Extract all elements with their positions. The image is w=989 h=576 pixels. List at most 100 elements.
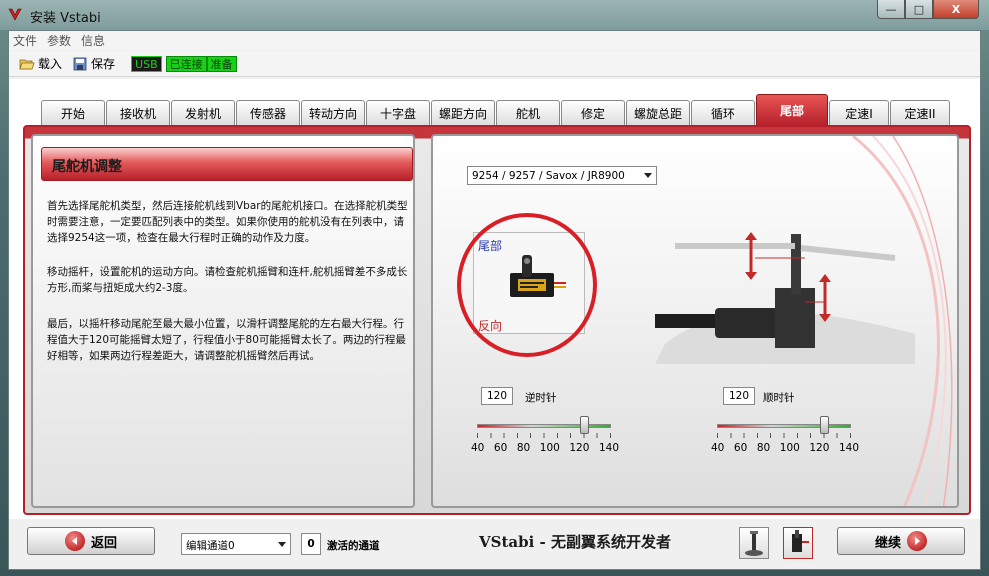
load-button[interactable]: 载入 [19,55,62,72]
tab-label: 传感器 [249,107,286,121]
tick-label: 60 [733,442,748,454]
menu-file[interactable]: 文件 [13,32,37,49]
maximize-button[interactable]: □ [905,0,933,19]
continue-button[interactable]: 继续 [837,527,965,555]
tab-governor-2[interactable]: 定速II [890,100,950,126]
cw-travel-input[interactable]: 120 [723,387,755,405]
menu-bar: 文件 参数 信息 [9,31,980,50]
tick-label: 140 [838,442,859,454]
active-channel-value: 0 [307,538,315,550]
minimize-button[interactable]: — [877,0,905,19]
tab-label: 螺旋总距 [633,107,682,121]
arrow-left-icon [64,531,85,551]
menu-info[interactable]: 信息 [81,32,105,49]
tab-trim[interactable]: 修定 [561,100,625,126]
tab-pitch-direction[interactable]: 螺距方向 [431,100,495,126]
app-frame: 文件 参数 信息 载入 保存 USB 已连接 准备 开始 接收机 发射机 传感器… [8,30,981,570]
tab-collective-pitch[interactable]: 螺旋总距 [626,100,690,126]
tab-label: 尾部 [779,104,804,118]
usb-status-badge: USB [131,55,162,72]
back-button[interactable]: 返回 [27,527,155,555]
vstabi-logo-icon [8,8,22,21]
cw-travel-value: 120 [728,390,750,402]
tick-label: 120 [569,442,590,454]
ready-status-badge: 准备 [206,55,237,72]
rotor-head-icon [745,531,763,556]
tab-receiver[interactable]: 接收机 [106,100,170,126]
tab-governor-1[interactable]: 定速I [829,100,889,126]
tab-label: 开始 [60,107,85,121]
tab-transmitter[interactable]: 发射机 [171,100,235,126]
tail-servo-icon [792,530,809,552]
edit-channel-select[interactable]: 编辑通道0 [181,533,291,555]
tick-label: 80 [516,442,531,454]
tab-start[interactable]: 开始 [41,100,105,126]
instruction-paragraph-1: 首先选择尾舵机类型，然后连接舵机线到Vbar的尾舵机接口。在选择舵机类型时需要注… [47,200,408,244]
chevron-down-icon [644,173,652,178]
tab-servo[interactable]: 舵机 [496,100,560,126]
ccw-travel-input[interactable]: 120 [481,387,513,405]
instruction-paragraph-3: 最后，以摇杆移动尾舵至最大最小位置，以滑杆调整尾舵的左右最大行程。行程值大于12… [47,318,406,362]
save-icon [73,57,87,70]
close-icon: X [951,2,961,16]
chevron-down-icon [278,542,286,547]
tab-label: 定速I [845,107,873,121]
save-label: 保存 [91,57,116,71]
edit-channel-value: 编辑通道0 [186,540,235,552]
bottom-bar: 返回 编辑通道0 0 激活的通道 VStabi - 无副翼系统开发者 继续 [9,519,980,569]
instructions-panel: 尾舵机调整 首先选择尾舵机类型，然后连接舵机线到Vbar的尾舵机接口。在选择舵机… [31,134,415,508]
toolbar: 载入 保存 USB 已连接 准备 [9,51,980,77]
tab-swashplate[interactable]: 十字盘 [366,100,430,126]
servo-view-button[interactable] [783,527,813,559]
ccw-tick-labels: 40 60 80 100 120 140 [471,442,619,454]
ccw-label: 逆时针 [525,392,557,404]
back-label: 返回 [90,535,117,551]
tick-label: 60 [493,442,508,454]
highlight-circle [457,213,597,357]
folder-open-icon [19,59,35,69]
tab-cyclic[interactable]: 循环 [691,100,755,126]
cw-tick-labels: 40 60 80 100 120 140 [711,442,859,454]
servo-type-select[interactable]: 9254 / 9257 / Savox / JR8900 [467,166,657,185]
helicopter-view-button[interactable] [739,527,769,559]
title-bar: 安装 Vstabi — □ X [0,0,989,30]
ccw-travel-value: 120 [486,390,508,402]
cw-slider-thumb[interactable] [820,416,830,434]
tab-label: 发射机 [184,107,221,121]
tab-label: 定速II [904,107,936,121]
tail-servo-panel: 9254 / 9257 / Savox / JR8900 尾部 反向 120 逆… [431,134,959,508]
slider-ticks [717,433,851,438]
tab-tail[interactable]: 尾部 [756,94,828,126]
tab-label: 接收机 [119,107,156,121]
servo-type-value: 9254 / 9257 / Savox / JR8900 [472,170,625,182]
tab-label: 十字盘 [379,107,416,121]
tab-label: 舵机 [515,107,540,121]
close-button[interactable]: X [933,0,979,19]
tick-label: 100 [539,442,560,454]
helicopter-tail-icon [655,232,915,364]
tab-label: 循环 [710,107,735,121]
tab-sensor[interactable]: 传感器 [236,100,300,126]
tick-label: 140 [598,442,619,454]
maximize-icon: □ [913,2,925,16]
tick-label: 100 [779,442,800,454]
tab-rotation-direction[interactable]: 转动方向 [301,100,365,126]
window-title: 安装 Vstabi [30,11,101,26]
slider-track [717,424,851,428]
tick-label: 120 [809,442,830,454]
active-channel-label: 激活的通道 [327,540,380,552]
tick-label: 80 [756,442,771,454]
menu-params[interactable]: 参数 [47,32,71,49]
ccw-slider-thumb[interactable] [580,416,590,434]
brand-tagline: VStabi - 无副翼系统开发者 [479,533,671,551]
slider-ticks [477,433,611,438]
section-title: 尾舵机调整 [41,147,413,181]
continue-label: 继续 [874,535,901,551]
save-button[interactable]: 保存 [72,55,115,72]
tab-label: 修定 [580,107,605,121]
tab-strip: 开始 接收机 发射机 传感器 转动方向 十字盘 螺距方向 舵机 修定 螺旋总距 … [41,94,950,126]
load-label: 载入 [38,57,63,71]
minimize-icon: — [885,2,897,16]
instruction-paragraph-2: 移动摇杆，设置舵机的运动方向。请检查舵机摇臂和连杆,舵机摇臂差不多成长方形,而桨… [47,266,408,294]
cw-label: 顺时针 [763,392,795,404]
